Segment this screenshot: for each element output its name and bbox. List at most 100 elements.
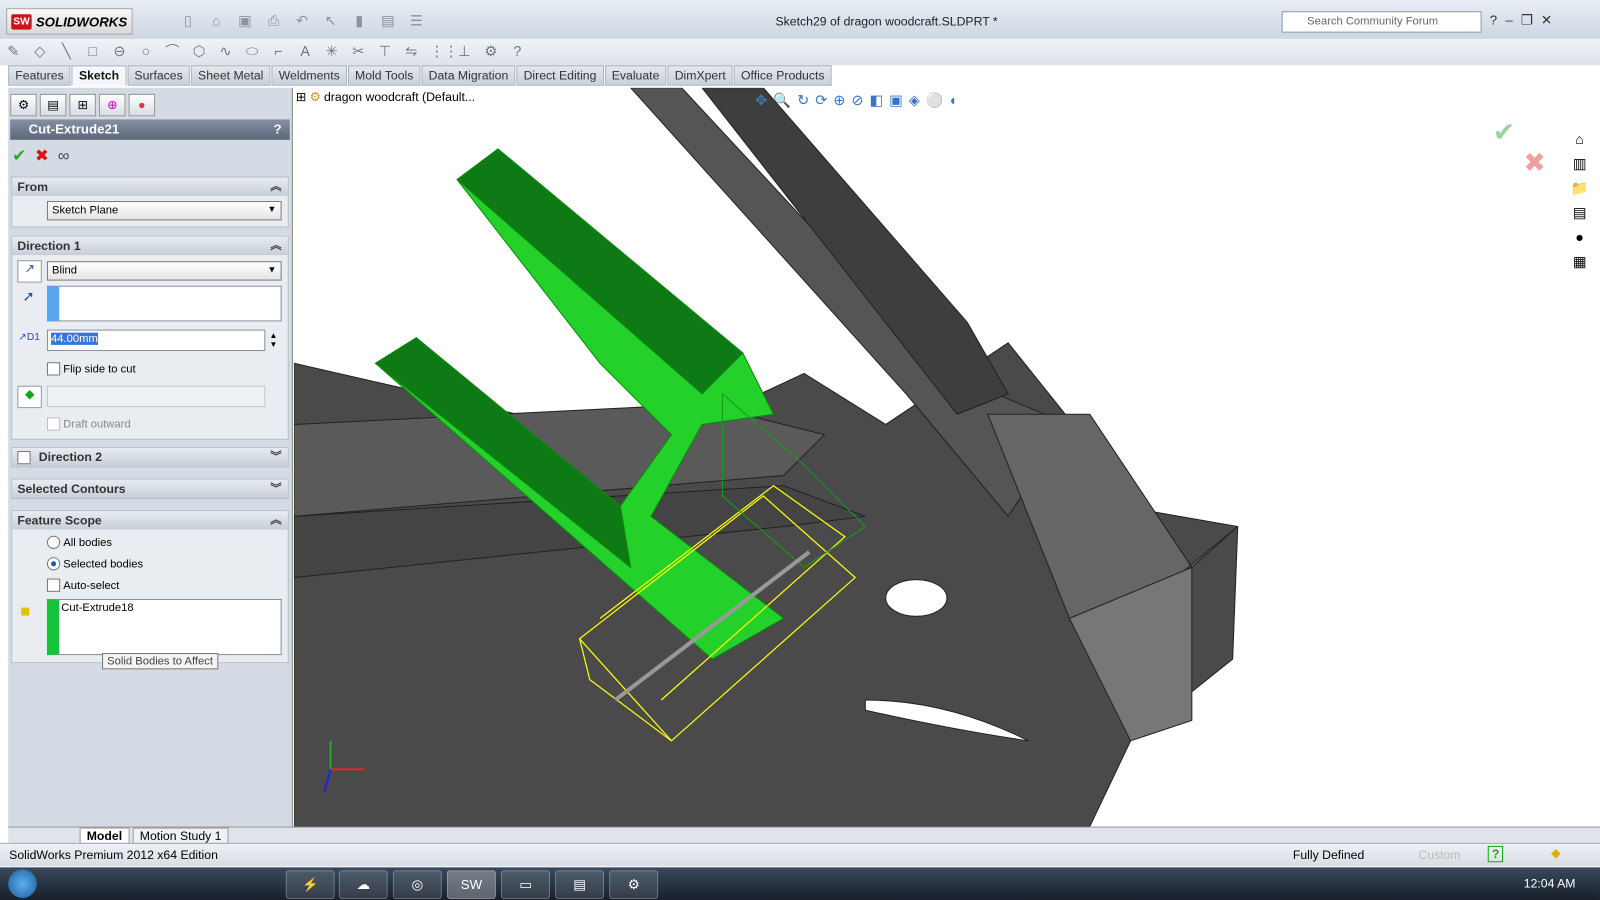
list-item[interactable]: Cut-Extrude18 (61, 602, 133, 614)
help-icon-2[interactable]: ? (509, 43, 525, 59)
circle-icon[interactable]: ○ (138, 43, 154, 59)
direction2-header[interactable]: Direction 2 ︾ (12, 447, 288, 467)
minimize-icon[interactable]: – (1505, 12, 1521, 27)
direction-vector-field[interactable] (46, 285, 282, 322)
flip-side-checkbox[interactable]: Flip side to cut (46, 362, 136, 376)
sketch-icon[interactable]: ✎ (5, 43, 21, 59)
save-icon[interactable]: ▣ (237, 12, 253, 28)
end-condition-select[interactable]: Blind ▼ (46, 261, 282, 281)
open-icon[interactable]: ⌂ (208, 12, 224, 28)
trim-icon[interactable]: ✂ (350, 43, 366, 59)
tab-evaluate[interactable]: Evaluate (604, 65, 667, 86)
search-input[interactable]: Search Community Forum (1281, 11, 1482, 33)
collapse-icon[interactable]: ︽ (270, 511, 281, 529)
confirm-cancel-icon[interactable]: ✖ (1523, 147, 1545, 177)
arc-icon[interactable]: ⌒ (164, 43, 180, 59)
close-icon[interactable]: ✕ (1541, 12, 1560, 27)
print-icon[interactable]: ⎙ (265, 12, 281, 28)
tab-office-products[interactable]: Office Products (733, 65, 832, 86)
taskbar-app[interactable]: ☁ (338, 870, 388, 899)
cancel-x-icon[interactable]: ✖ (35, 148, 49, 165)
tab-weldments[interactable]: Weldments (271, 65, 347, 86)
file-properties-icon[interactable]: ▤ (380, 12, 396, 28)
rebuild-icon[interactable]: ▮ (351, 12, 367, 28)
help-icon[interactable]: ? (1490, 12, 1506, 27)
collapse-icon[interactable]: ︽ (270, 237, 281, 255)
direction1-header[interactable]: Direction 1 ︽ (12, 236, 288, 256)
select-icon[interactable]: ↖ (322, 12, 338, 28)
tag-icon[interactable]: ◆ (1551, 846, 1560, 860)
all-bodies-radio[interactable]: All bodies (46, 535, 112, 549)
design-library-icon[interactable]: ▥ (1567, 151, 1591, 175)
solidworks-logo[interactable]: SW SOLIDWORKS (6, 8, 133, 35)
appearances-icon[interactable]: ● (1567, 224, 1591, 248)
direction2-checkbox[interactable] (17, 451, 31, 465)
ellipse-icon[interactable]: ⬭ (244, 43, 260, 59)
expand-icon[interactable]: ︾ (270, 448, 281, 466)
file-explorer-icon[interactable]: 📁 (1567, 176, 1591, 200)
preview-glasses-icon[interactable]: ∞ (58, 148, 70, 165)
taskbar-app[interactable]: ⚡ (285, 870, 335, 899)
property-manager-tab-icon[interactable]: ▤ (39, 93, 67, 117)
tab-surfaces[interactable]: Surfaces (127, 65, 190, 86)
selected-bodies-radio[interactable]: Selected bodies (46, 557, 143, 571)
fillet-icon[interactable]: ⌐ (270, 43, 286, 59)
home-icon[interactable]: ⌂ (1567, 127, 1591, 151)
custom-properties-icon[interactable]: ▦ (1567, 249, 1591, 273)
selected-contours-header[interactable]: Selected Contours ︾ (12, 479, 288, 498)
start-button[interactable] (8, 869, 37, 898)
text-icon[interactable]: A (297, 43, 313, 59)
taskbar-app[interactable]: ▭ (501, 870, 550, 899)
expand-icon[interactable]: ⊞ (296, 90, 306, 104)
rectangle-icon[interactable]: □ (85, 43, 101, 59)
help-button[interactable]: ? (274, 119, 282, 139)
quick-tips-icon[interactable]: ? (1487, 845, 1504, 863)
tab-sketch[interactable]: Sketch (71, 65, 127, 86)
tab-model[interactable]: Model (79, 827, 130, 844)
units-selector[interactable]: Custom (1418, 848, 1460, 862)
tab-direct-editing[interactable]: Direct Editing (516, 65, 604, 86)
offset-icon[interactable]: ⊤ (377, 43, 393, 59)
tab-dimxpert[interactable]: DimXpert (667, 65, 733, 86)
clock[interactable]: 12:04 AM (1524, 877, 1576, 891)
taskbar-solidworks[interactable]: SW (446, 870, 496, 899)
taskbar-app[interactable]: ⚙ (609, 870, 659, 899)
bodies-list[interactable]: Cut-Extrude18 (46, 598, 282, 656)
relations-icon[interactable]: ⊥ (456, 43, 472, 59)
tab-features[interactable]: Features (8, 65, 71, 86)
tab-motion-study[interactable]: Motion Study 1 (132, 827, 229, 844)
expand-icon[interactable]: ︾ (270, 480, 281, 498)
tab-data-migration[interactable]: Data Migration (421, 65, 516, 86)
view-palette-icon[interactable]: ▤ (1567, 200, 1591, 224)
line-icon[interactable]: ╲ (58, 43, 74, 59)
feature-tree-tab-icon[interactable]: ⚙ (10, 93, 37, 117)
heads-up-view-toolbar[interactable]: ✥🔍↻⟳⊕⊘◧▣◈⚪◐ (755, 92, 964, 109)
reverse-direction-icon[interactable]: ↗ (17, 260, 42, 283)
model-view[interactable]: ✔ ✖ (293, 87, 1600, 827)
graphics-area[interactable]: ✔ ✖ (293, 87, 1600, 827)
slot-icon[interactable]: ⊖ (111, 43, 127, 59)
mirror-icon[interactable]: ⇋ (403, 43, 419, 59)
ok-check-icon[interactable]: ✔ (12, 148, 26, 165)
pattern-icon[interactable]: ⋮⋮ (430, 43, 459, 59)
restore-icon[interactable]: ❐ (1521, 12, 1541, 27)
from-header[interactable]: From ︽ (12, 177, 288, 196)
tab-sheet-metal[interactable]: Sheet Metal (190, 65, 271, 86)
smart-dimension-icon[interactable]: ◇ (32, 43, 48, 59)
new-icon[interactable]: ▯ (180, 12, 196, 28)
options-icon[interactable]: ☰ (408, 12, 424, 28)
display-manager-tab-icon[interactable]: ● (128, 93, 156, 117)
confirm-check-icon[interactable]: ✔ (1493, 117, 1515, 147)
depth-input[interactable]: 44.00mm (46, 329, 266, 352)
configuration-tab-icon[interactable]: ⊞ (69, 93, 96, 117)
dimxpert-tab-icon[interactable]: ⊕ (98, 93, 126, 117)
spline-icon[interactable]: ∿ (217, 43, 233, 59)
collapse-icon[interactable]: ︽ (270, 178, 281, 196)
taskbar-app[interactable]: ▤ (555, 870, 605, 899)
feature-tree-root[interactable]: ⊞ ⚙ dragon woodcraft (Default... (296, 90, 475, 104)
undo-icon[interactable]: ↶ (294, 12, 310, 28)
polygon-icon[interactable]: ⬡ (191, 43, 207, 59)
tab-mold-tools[interactable]: Mold Tools (347, 65, 421, 86)
feature-scope-header[interactable]: Feature Scope ︽ (12, 511, 288, 530)
from-select[interactable]: Sketch Plane ▼ (46, 201, 282, 221)
